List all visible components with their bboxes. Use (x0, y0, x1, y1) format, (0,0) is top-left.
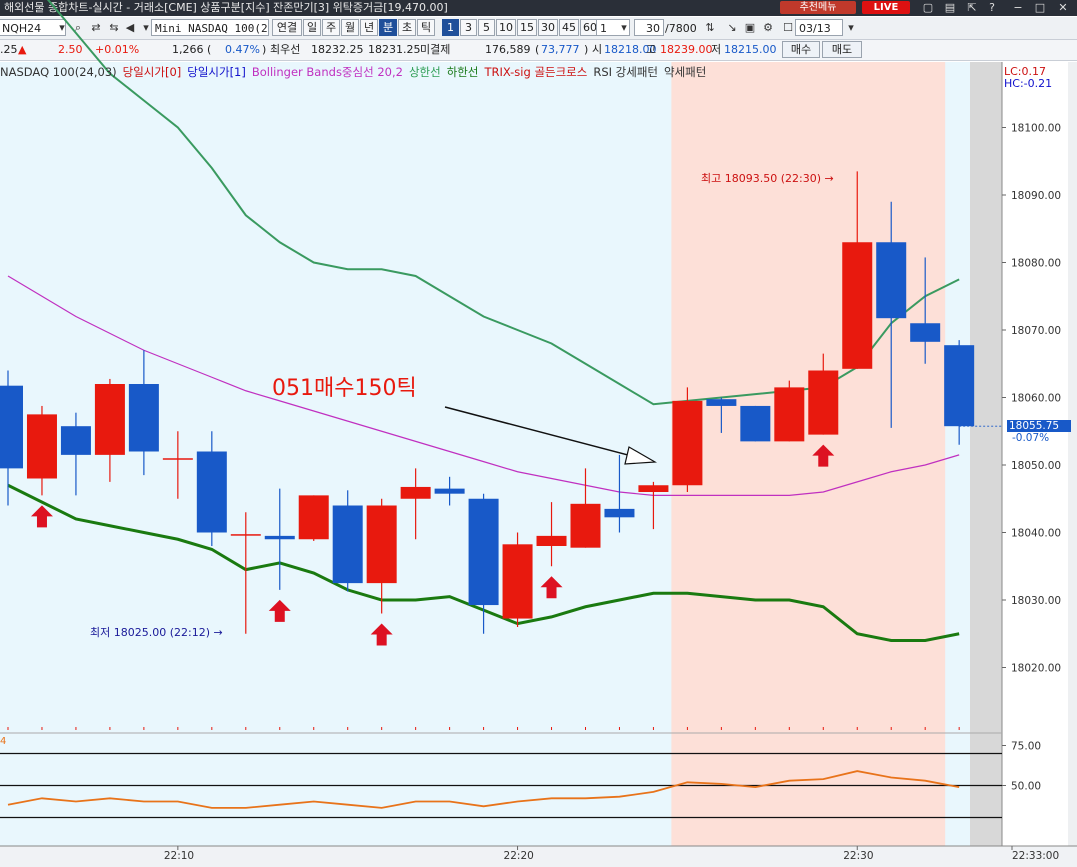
rsi-label: 4 (0, 736, 7, 747)
candle-body-1 (26, 414, 57, 479)
x-tick-label-2: 22:30 (843, 850, 873, 862)
indicator-legend: NASDAQ 100(24,03) 당일시가[0] 당일시가[1] Bollinger… (0, 64, 712, 80)
low-marker: 최저 18025.00 (22:12) → (90, 626, 223, 639)
candle-body-5 (162, 458, 193, 460)
candle-body-3 (94, 384, 125, 455)
candle-body-11 (366, 505, 397, 584)
current-price-tag: 18055.75 (1007, 420, 1071, 432)
candle-body-21 (706, 399, 737, 406)
candle-body-2 (60, 426, 91, 455)
candle-body-12 (400, 486, 431, 499)
right-margin-area (970, 62, 1002, 846)
candle-body-18 (604, 508, 635, 518)
y-tick-label-2: 18040.00 (1011, 528, 1061, 540)
candle-body-28 (944, 345, 975, 427)
candle-body-7 (230, 534, 261, 536)
y-tick-label-1: 18030.00 (1011, 595, 1061, 607)
legend-item-4: 상한선 (408, 65, 441, 79)
rsi-y-tick-label-1: 75.00 (1011, 741, 1041, 753)
right-scrollbar (1068, 62, 1077, 846)
candle-body-17 (570, 503, 601, 548)
candle-body-24 (808, 370, 839, 435)
candle-body-26 (876, 242, 907, 319)
x-tick-label-0: 22:10 (164, 850, 194, 862)
legend-item-1: 당일시가[0] (122, 65, 182, 79)
current-pct: -0.07% (1012, 432, 1050, 444)
candle-body-6 (196, 451, 227, 533)
candle-body-13 (434, 488, 465, 494)
candle-body-0 (0, 385, 23, 469)
legend-item-8: 약세패턴 (664, 65, 707, 79)
candle-body-4 (128, 384, 159, 452)
legend-item-7: RSI 강세패턴 (593, 65, 659, 79)
y-tick-label-0: 18020.00 (1011, 663, 1061, 675)
candle-body-8 (264, 535, 295, 540)
candle-body-9 (298, 495, 329, 540)
x-axis-area (0, 846, 1077, 867)
candle-body-19 (638, 485, 669, 492)
legend-item-3: Bollinger Bands중심선 20,2 (251, 65, 403, 79)
candle-body-27 (910, 323, 941, 342)
candle-body-16 (536, 535, 567, 546)
legend-item-0: NASDAQ 100(24,03) (0, 65, 117, 79)
y-tick-label-5: 18070.00 (1011, 325, 1061, 337)
y-tick-label-6: 18080.00 (1011, 258, 1061, 270)
legend-item-5: 하한선 (446, 65, 479, 79)
hc-label: HC:-0.21 (1004, 77, 1053, 90)
x-tick-label-1: 22:20 (504, 850, 534, 862)
y-tick-label-3: 18050.00 (1011, 460, 1061, 472)
y-axis-area (1002, 62, 1077, 846)
candle-body-15 (502, 544, 533, 619)
y-tick-label-7: 18090.00 (1011, 190, 1061, 202)
candle-body-14 (468, 498, 499, 606)
legend-item-2: 당일시가[1] (187, 65, 246, 79)
price-chart[interactable]: 18020.00 18030.00 18040.00 18050.00 18060.00… (0, 0, 1077, 867)
candle-body-10 (332, 505, 363, 584)
candle-body-23 (774, 387, 805, 442)
y-tick-label-4: 18060.00 (1011, 393, 1061, 405)
candle-body-22 (740, 405, 771, 442)
buy-callout: 051매수150틱 (272, 376, 417, 401)
candle-body-25 (842, 242, 873, 369)
y-tick-label-8: 18100.00 (1011, 123, 1061, 135)
high-marker: 최고 18093.50 (22:30) → (701, 172, 834, 185)
x-tick-label-3: 22:33:00 (1012, 850, 1059, 862)
candle-body-20 (672, 400, 703, 486)
legend-item-6: TRIX-sig 골든크로스 (484, 65, 588, 79)
rsi-y-tick-label-0: 50.00 (1011, 781, 1041, 793)
